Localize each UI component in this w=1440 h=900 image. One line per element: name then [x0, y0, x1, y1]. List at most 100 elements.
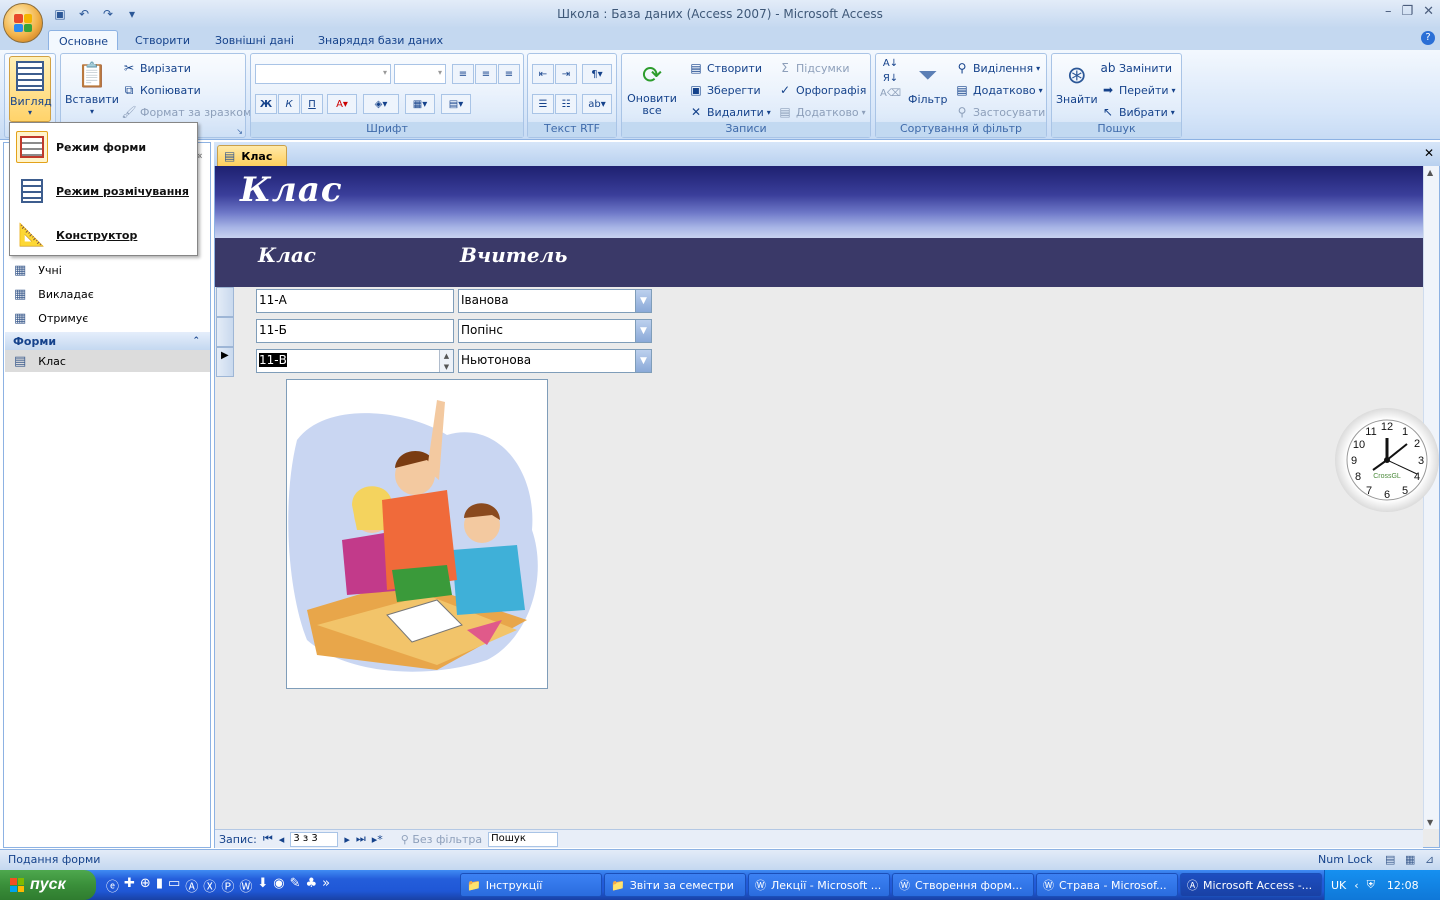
help-icon[interactable]: ?: [1421, 31, 1435, 45]
close-icon[interactable]: ✕: [1423, 4, 1434, 19]
nav-group-forms[interactable]: Форми ⌃: [5, 332, 210, 350]
advanced-filter-button[interactable]: ▤ Додатково ▾: [954, 82, 1042, 98]
goto-button[interactable]: ➡ Перейти ▾: [1100, 82, 1176, 98]
sort-ascending-icon[interactable]: A↓: [883, 58, 898, 69]
taskbar-item[interactable]: 📁 Звіти за семестри: [604, 873, 746, 897]
cut-button[interactable]: ✂ Вирізати: [121, 60, 191, 76]
nav-table-item[interactable]: ▦ Отримує: [14, 307, 88, 329]
menu-item-layout-view[interactable]: Режим розмічування: [10, 169, 197, 213]
last-record-icon[interactable]: ⏭: [356, 832, 366, 846]
tray-arrow-icon[interactable]: ‹: [1354, 879, 1358, 892]
alt-row-color-icon[interactable]: ▤▾: [441, 94, 471, 114]
find-button[interactable]: ⊛ Знайти: [1056, 58, 1098, 106]
tab-create[interactable]: Створити: [125, 30, 200, 50]
language-indicator[interactable]: UK: [1331, 879, 1346, 892]
totals-button[interactable]: Σ Підсумки: [777, 60, 849, 76]
taskbar-item[interactable]: Ⓦ Страва - Microsof...: [1036, 873, 1178, 897]
redo-icon[interactable]: ↷: [98, 5, 118, 23]
paste-button[interactable]: 📋 Вставити ▾: [65, 58, 119, 116]
font-size-combo[interactable]: ▾: [394, 64, 446, 84]
gridlines-icon[interactable]: ▦▾: [405, 94, 435, 114]
powerpoint-icon[interactable]: Ⓟ: [221, 876, 234, 895]
first-record-icon[interactable]: ⏮: [263, 832, 273, 846]
layout-view-status-icon[interactable]: ▦: [1405, 853, 1415, 866]
class-field[interactable]: 11-Б: [256, 319, 454, 343]
copy-button[interactable]: ⧉ Копіювати: [121, 82, 201, 98]
more-records-button[interactable]: ▤ Додатково ▾: [777, 104, 865, 120]
restore-icon[interactable]: ❐: [1401, 4, 1413, 19]
teacher-combo[interactable]: Попінс ▼: [458, 319, 652, 343]
more-quick-launch-icon[interactable]: »: [322, 876, 330, 895]
format-painter-button[interactable]: 🖌 Формат за зразком: [121, 104, 251, 120]
tab-external-data[interactable]: Зовнішні дані: [205, 30, 304, 50]
nav-table-item[interactable]: ▦ Учні: [14, 259, 62, 281]
current-record-field[interactable]: 3 з 3: [290, 831, 339, 847]
firefox-icon[interactable]: ◉: [273, 876, 284, 895]
bullets-icon[interactable]: ☷: [555, 94, 577, 114]
paint-icon[interactable]: ♣: [306, 876, 318, 895]
chevron-down-icon[interactable]: ▼: [635, 350, 651, 372]
book-icon[interactable]: ▮: [156, 876, 163, 895]
menu-item-design-view[interactable]: 📐 Конструктор: [10, 213, 197, 257]
record-selector[interactable]: [216, 287, 234, 317]
decrease-indent-icon[interactable]: ⇤: [532, 64, 554, 84]
search-input[interactable]: Пошук: [488, 831, 559, 847]
no-filter-indicator[interactable]: ⚲ Без фільтра: [401, 833, 482, 846]
numbering-icon[interactable]: ☰: [532, 94, 554, 114]
selection-button[interactable]: ⚲ Виділення ▾: [954, 60, 1041, 76]
taskbar-item[interactable]: 📁 Інструкції: [460, 873, 602, 897]
customize-qat-icon[interactable]: ▾: [122, 5, 142, 23]
undo-icon[interactable]: ↶: [74, 5, 94, 23]
tab-home[interactable]: Основне: [48, 30, 118, 50]
spelling-button[interactable]: ✓ Орфографія: [777, 82, 866, 98]
italic-icon[interactable]: К: [278, 94, 300, 114]
taskbar-item-active[interactable]: Ⓐ Microsoft Access -...: [1180, 873, 1322, 897]
view-button[interactable]: Вигляд ▾: [9, 56, 52, 122]
teacher-combo[interactable]: Іванова ▼: [458, 289, 652, 313]
toggle-filter-button[interactable]: ⚲ Застосувати: [954, 104, 1046, 120]
chevron-down-icon[interactable]: ▼: [635, 290, 651, 312]
form-view-status-icon[interactable]: ▤: [1385, 853, 1395, 866]
filter-button[interactable]: ⏷ Фільтр: [908, 58, 947, 106]
paragraph-icon[interactable]: ¶▾: [582, 64, 612, 84]
office-button[interactable]: [3, 3, 43, 43]
increase-indent-icon[interactable]: ⇥: [555, 64, 577, 84]
tab-database-tools[interactable]: Знаряддя бази даних: [308, 30, 453, 50]
design-view-status-icon[interactable]: ⊿: [1425, 853, 1434, 866]
sort-descending-icon[interactable]: Я↓: [883, 73, 898, 84]
menu-item-form-view[interactable]: Режим форми: [10, 125, 197, 169]
new-record-button[interactable]: ▤ Створити: [688, 60, 762, 76]
lifebuoy-icon[interactable]: ⊕: [140, 876, 151, 895]
dialog-launcher-icon[interactable]: ↘: [236, 127, 243, 136]
align-center-icon[interactable]: ≡: [475, 64, 497, 84]
minimize-icon[interactable]: –: [1385, 4, 1392, 19]
bold-icon[interactable]: Ж: [255, 94, 277, 114]
access-icon[interactable]: Ⓐ: [185, 876, 198, 895]
spin-control[interactable]: ▲ ▼: [439, 350, 453, 372]
taskbar-item[interactable]: Ⓦ Створення форм...: [892, 873, 1034, 897]
highlight-icon[interactable]: ab▾: [582, 94, 612, 114]
align-right-icon[interactable]: ≡: [498, 64, 520, 84]
excel-icon[interactable]: Ⓧ: [203, 876, 216, 895]
teacher-combo[interactable]: Ньютонова ▼: [458, 349, 652, 373]
scroll-up-icon[interactable]: ▲: [1427, 168, 1433, 177]
scroll-down-icon[interactable]: ▼: [1427, 818, 1433, 827]
puzzle-icon[interactable]: ✚: [124, 876, 135, 895]
nav-table-item[interactable]: ▦ Викладає: [14, 283, 94, 305]
save-record-button[interactable]: ▣ Зберегти: [688, 82, 760, 98]
fill-color-icon[interactable]: ◈▾: [363, 94, 399, 114]
save-icon[interactable]: ▣: [50, 5, 70, 23]
chevron-down-icon[interactable]: ▼: [635, 320, 651, 342]
next-record-icon[interactable]: ▸: [344, 833, 350, 846]
pencil-icon[interactable]: ✎: [290, 876, 301, 895]
nav-form-item[interactable]: ▤ Клас: [5, 350, 210, 372]
new-record-icon[interactable]: ▸*: [372, 833, 383, 846]
font-name-combo[interactable]: ▾: [255, 64, 391, 84]
desktop-icon[interactable]: ▭: [168, 876, 180, 895]
record-selector[interactable]: [216, 317, 234, 347]
underline-icon[interactable]: П: [301, 94, 323, 114]
clock-widget[interactable]: 12 1 2 345 678 9 10 11 CrossGL: [1335, 408, 1439, 512]
document-tab[interactable]: ▤ Клас: [217, 145, 288, 166]
refresh-all-button[interactable]: ⟳ Оновити все: [626, 58, 678, 117]
clear-sort-icon[interactable]: A⌫: [880, 88, 901, 99]
